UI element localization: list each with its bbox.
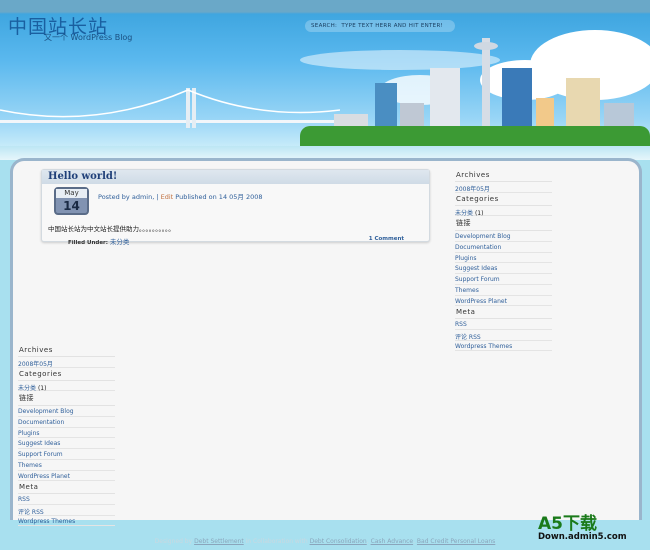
meta-heading: Meta [455,306,552,320]
header-banner: 中国站长站 又一个 WordPress Blog SEARCH: TYPE TE… [0,0,650,160]
posted-by: Posted by admin, | [98,193,159,201]
meta-link[interactable]: 评论 RSS [18,505,115,516]
link-item[interactable]: Support Forum [18,449,115,460]
meta-link[interactable]: RSS [455,319,552,330]
footer-link-debt-settlement[interactable]: Debt Settlement [194,538,244,545]
meta-link[interactable]: RSS [18,494,115,505]
categories-heading: Categories [18,368,115,381]
link-item[interactable]: Plugins [455,253,552,264]
link-item[interactable]: Themes [455,285,552,296]
date-day: 14 [63,199,80,213]
sidebar-right: Archives 2008年05月 Categories 未分类 (1) 链接 … [455,169,552,352]
link-item[interactable]: Documentation [18,417,115,428]
category-count: (1) [37,384,47,392]
footer-link-cash-advance[interactable]: Cash Advance [371,538,414,545]
designed-by: Designed by [154,538,193,545]
category-count: (1) [474,209,484,217]
link-item[interactable]: Suggest Ideas [18,438,115,450]
category-link[interactable]: 未分类 [110,238,130,246]
post-meta: Posted by admin, | Edit Published on 14 … [98,191,263,201]
category-name[interactable]: 未分类 [18,385,36,392]
link-item[interactable]: Documentation [455,242,552,253]
collab-text: in Collaboration with [245,538,308,545]
meta-link[interactable]: 评论 RSS [455,330,552,341]
meta-heading: Meta [18,481,115,495]
comments-link[interactable]: 1 Comment [369,236,404,242]
footer-link-debt-consolidation[interactable]: Debt Consolidation [310,538,367,545]
archive-link[interactable]: 2008年05月 [18,357,115,368]
post-excerpt: 中国站长站为中文站长提供助力。。。。。。。。。。 [48,225,175,233]
links-heading: 链接 [455,216,552,232]
link-item[interactable]: Support Forum [455,274,552,285]
archives-heading: Archives [455,169,552,182]
link-item[interactable]: Development Blog [18,406,115,418]
bridge-illustration [0,88,340,128]
edit-link[interactable]: Edit [161,193,174,201]
filed-label: Filled Under: [68,240,108,246]
date-badge: May 14 [54,187,89,215]
site-description: 又一个 WordPress Blog [44,33,133,42]
link-item[interactable]: WordPress Planet [18,471,115,482]
footer-link-bad-credit[interactable]: Bad Credit Personal Loans [417,538,495,545]
links-heading: 链接 [18,391,115,407]
search-input[interactable]: SEARCH: TYPE TEXT HERR AND HIT ENTER! [305,20,455,32]
archives-heading: Archives [18,344,115,357]
category-name[interactable]: 未分类 [455,210,473,217]
sidebar-left: Archives 2008年05月 Categories 未分类 (1) 链接 … [18,344,115,527]
meta-link[interactable]: Wordpress Themes [455,341,552,352]
link-item[interactable]: Suggest Ideas [455,263,552,275]
meta-link[interactable]: Wordpress Themes [18,516,115,527]
categories-heading: Categories [455,193,552,206]
published-date: Published on 14 05月 2008 [175,193,263,201]
link-item[interactable]: WordPress Planet [455,296,552,307]
link-item[interactable]: Themes [18,460,115,471]
watermark-logo: A5下载 Down.admin5.com [538,514,627,543]
category-link[interactable]: 未分类 (1) [455,206,552,217]
date-month: May [56,189,87,198]
link-item[interactable]: Development Blog [455,231,552,243]
post-title[interactable]: Hello world! [42,170,429,184]
post: Hello world! May 14 Posted by admin, | Ed… [41,169,430,246]
filed-under: Filled Under: 未分类 [68,236,129,246]
archive-link[interactable]: 2008年05月 [455,182,552,193]
link-item[interactable]: Plugins [18,428,115,439]
watermark-brand: A5下载 [538,514,597,534]
watermark-domain: Down.admin5.com [538,532,627,542]
search-label: SEARCH: [311,23,338,29]
search-placeholder: TYPE TEXT HERR AND HIT ENTER! [341,23,444,29]
category-link[interactable]: 未分类 (1) [18,381,115,392]
